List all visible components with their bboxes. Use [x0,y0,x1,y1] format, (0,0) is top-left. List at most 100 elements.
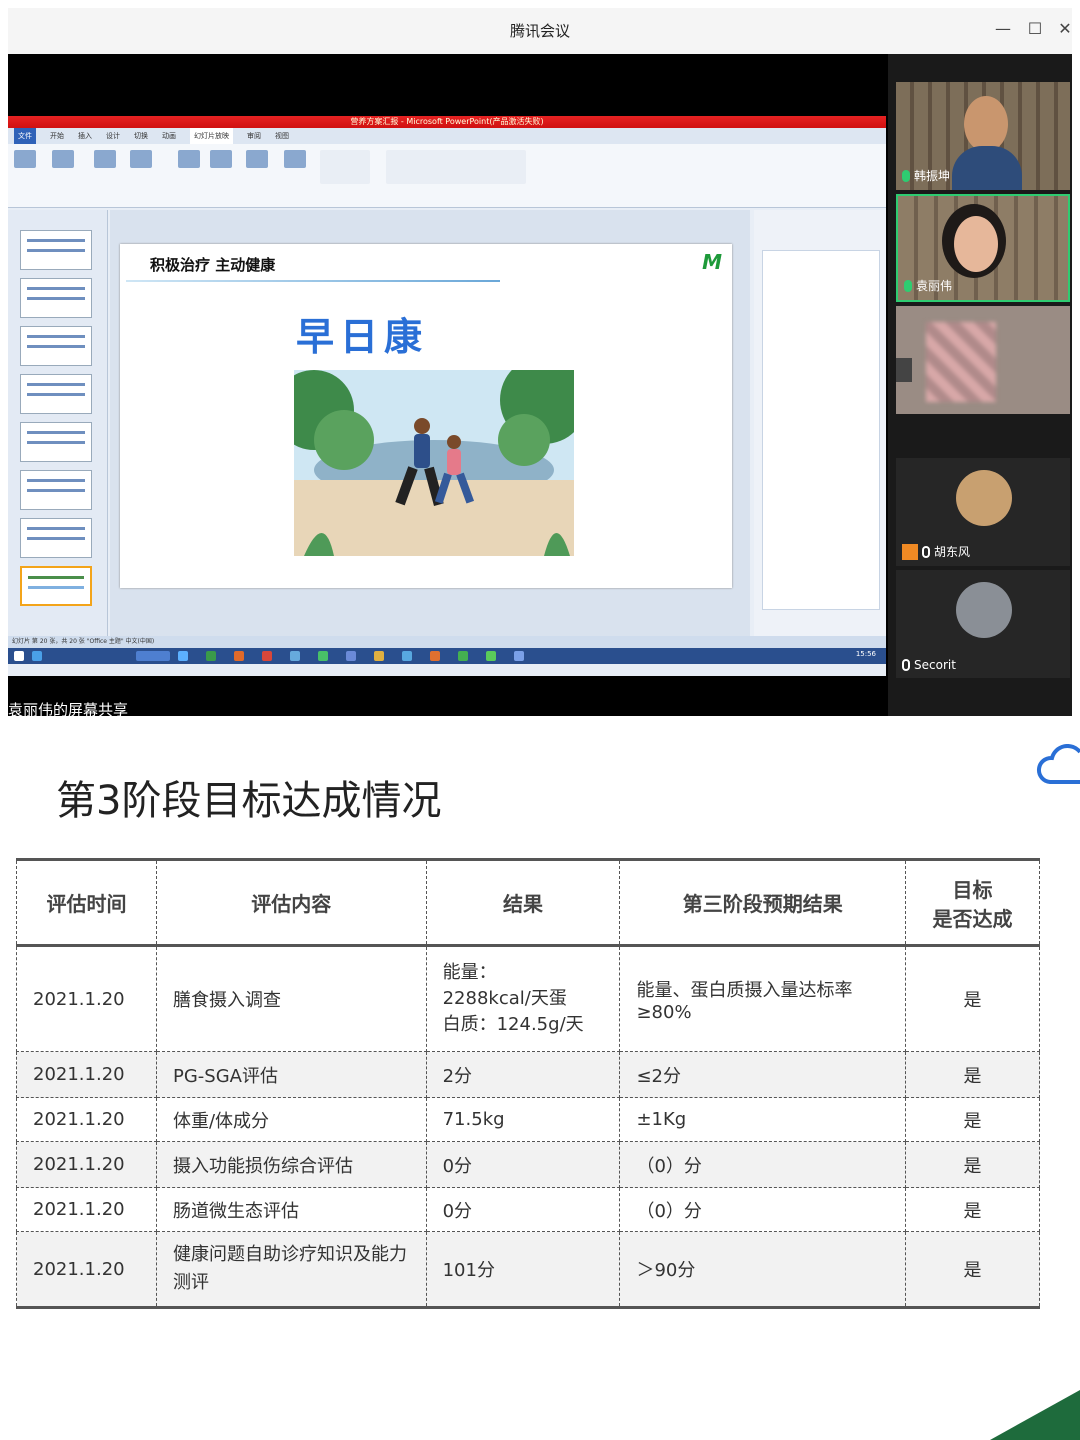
table-row: 2021.1.20 肠道微生态评估 0分 （0）分 是 [16,1187,1040,1232]
setup-show-icon[interactable] [178,150,200,168]
browser-icon[interactable] [32,651,42,661]
windows-taskbar: 15:56 [8,648,886,664]
mic-muted-icon [902,659,910,671]
header-achieved-line2: 是否达成 [932,906,1013,931]
cell-expected: ±1Kg [619,1097,907,1142]
participant-name: 胡东风 [934,545,971,559]
taskbar-app-icon[interactable] [514,651,524,661]
broadcast-icon[interactable] [94,150,116,168]
taskbar-app-icon[interactable] [234,651,244,661]
participant-label: 韩振坤 [902,167,950,184]
slide-thumbnail[interactable] [20,518,92,558]
participant-label: Secorit [902,658,956,672]
table-row: 2021.1.20 健康问题自助诊疗知识及能力测评 101分 ＞90分 是 [16,1231,1040,1309]
animation-list[interactable] [762,250,880,610]
from-beginning-icon[interactable] [14,150,36,168]
from-current-icon[interactable] [52,150,74,168]
cell-expected: ＞90分 [619,1231,907,1309]
participant-avatar-tile[interactable]: 胡东风 [896,458,1070,566]
shared-screen: 营养方案汇报 - Microsoft PowerPoint(产品激活失败) 文件… [8,54,888,719]
rehearse-icon[interactable] [246,150,268,168]
animation-pane [754,210,886,636]
participant-name: 韩振坤 [914,169,951,183]
table-row: 2021.1.20 体重/体成分 71.5kg ±1Kg 是 [16,1097,1040,1142]
ppt-tab-review[interactable]: 审阅 [247,128,261,144]
taskbar-app-icon[interactable] [346,651,356,661]
window-title: 腾讯会议 [509,22,570,40]
taskbar-app-icon[interactable] [318,651,328,661]
taskbar-app[interactable] [136,651,170,661]
slide-thumbnail[interactable] [20,422,92,462]
host-badge-icon [902,543,918,560]
slide-thumbnail[interactable] [20,230,92,270]
running-couple-illustration [294,370,574,556]
taskbar-app-icon[interactable] [430,651,440,661]
ppt-title: 营养方案汇报 - Microsoft PowerPoint(产品激活失败) [8,116,886,128]
powerpoint-icon[interactable] [262,651,272,661]
taskbar-app-icon[interactable] [458,651,468,661]
taskbar-app-icon[interactable] [374,651,384,661]
minimize-button[interactable]: — [992,18,1014,40]
participant-label: 胡东风 [902,543,970,560]
participant-name: Secorit [914,658,956,672]
taskbar-app-icon[interactable] [290,651,300,661]
current-slide[interactable]: 积极治疗 主动健康 M 早日康复 [120,244,732,588]
cell-date: 2021.1.20 [16,1187,157,1232]
table-row: 2021.1.20 摄入功能损伤综合评估 0分 （0）分 是 [16,1141,1040,1188]
meeting-window: 腾讯会议 — ☐ ✕ 营养方案汇报 - Microsoft PowerPoint… [8,8,1072,719]
monitors-group[interactable] [386,150,526,184]
slide-thumbnails[interactable] [8,210,108,636]
participant-video-tile[interactable]: 韩振坤 [896,82,1070,190]
ppt-tab-design[interactable]: 设计 [106,128,120,144]
hide-slide-icon[interactable] [210,150,232,168]
cell-expected: （0）分 [619,1141,907,1188]
ppt-tab-home[interactable]: 开始 [50,128,64,144]
mic-muted-icon [922,545,930,558]
header-expected: 第三阶段预期结果 [619,858,907,947]
cell-date: 2021.1.20 [16,1097,157,1142]
user-avatar [956,582,1012,638]
cell-achieved: 是 [905,1097,1040,1142]
slide-thumbnail-selected[interactable] [20,566,92,606]
collapse-panel-handle[interactable] [896,358,912,382]
custom-show-icon[interactable] [130,150,152,168]
slide-thumbnail[interactable] [20,470,92,510]
ppt-tab-transitions[interactable]: 切换 [134,128,148,144]
slide-thumbnail[interactable] [20,278,92,318]
participant-video-tile-blurred[interactable] [896,306,1070,414]
title-bar: 腾讯会议 — ☐ ✕ [8,8,1072,54]
ppt-tab-animations[interactable]: 动画 [162,128,176,144]
slide-thumbnail[interactable] [20,326,92,366]
start-icon[interactable] [14,651,24,661]
ppt-tab-view[interactable]: 视图 [275,128,289,144]
ppt-tab-insert[interactable]: 插入 [78,128,92,144]
cell-content: 健康问题自助诊疗知识及能力测评 [155,1231,427,1309]
slide-heading: 积极治疗 主动健康 [150,256,276,274]
header-achieved: 目标 是否达成 [905,858,1040,947]
evaluation-table: 评估时间 评估内容 结果 第三阶段预期结果 目标 是否达成 2021.1.20 膳… [16,858,1040,1309]
slide-editor[interactable]: 积极治疗 主动健康 M 早日康复 [110,210,750,636]
slide-thumbnail[interactable] [20,374,92,414]
close-button[interactable]: ✕ [1054,18,1076,40]
cell-result-line: 能量： [442,962,497,983]
participant-avatar-tile[interactable]: Secorit [896,570,1070,678]
show-options-checkboxes[interactable] [320,150,370,184]
cell-achieved: 是 [905,1141,1040,1188]
ppt-tab-file[interactable]: 文件 [14,128,36,144]
taskbar-app-icon[interactable] [486,651,496,661]
taskbar-app-icon[interactable] [178,651,188,661]
cell-achieved: 是 [905,945,1040,1052]
maximize-button[interactable]: ☐ [1024,18,1046,40]
ppt-tab-slideshow[interactable]: 幻灯片放映 [190,128,233,144]
cell-content: 膳食摄入调查 [155,945,427,1052]
participant-video-tile-speaking[interactable]: 袁丽伟 [896,194,1070,302]
cell-date: 2021.1.20 [16,1051,157,1098]
taskbar-app-icon[interactable] [402,651,412,661]
cell-result: 0分 [425,1187,621,1232]
taskbar-app-icon[interactable] [206,651,216,661]
cell-result: 0分 [425,1141,621,1188]
mic-on-icon [902,169,910,182]
cell-date: 2021.1.20 [16,1231,157,1309]
record-icon[interactable] [284,150,306,168]
report-title: 第3阶段目标达成情况 [56,778,442,824]
